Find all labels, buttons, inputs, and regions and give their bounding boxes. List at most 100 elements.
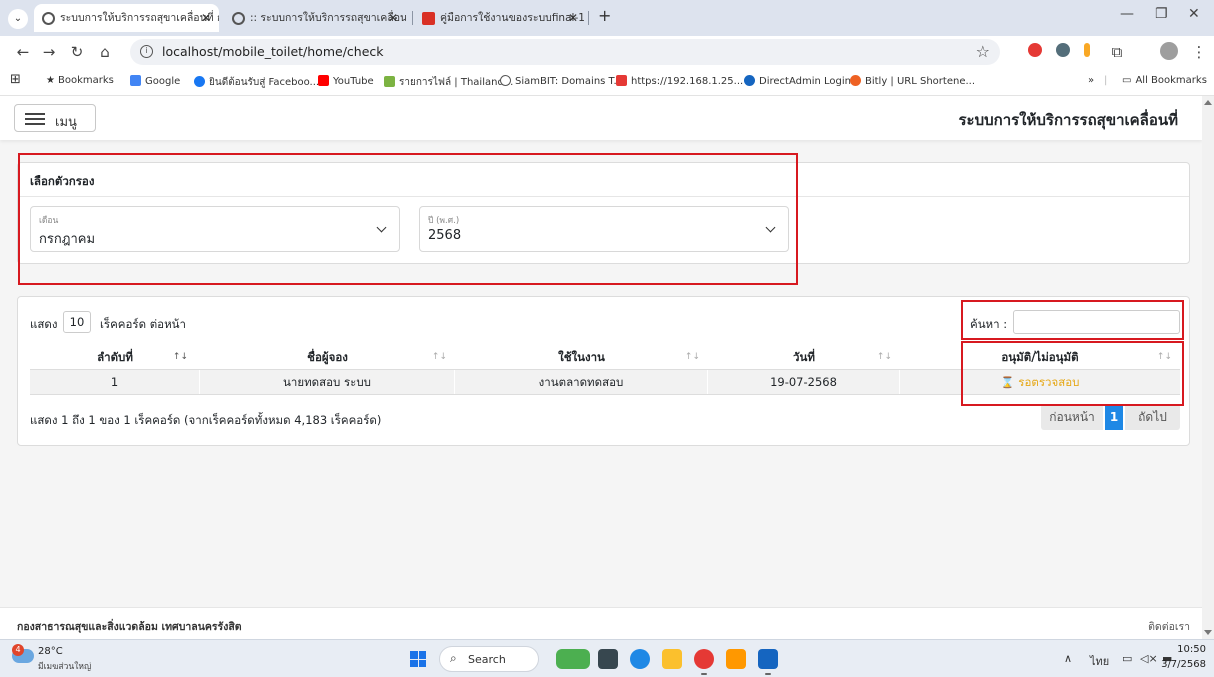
bookmark-item[interactable]: Bitly | URL Shortene... <box>850 75 975 87</box>
bookmark-item[interactable]: DirectAdmin Login <box>744 75 851 87</box>
pdf-icon <box>422 12 435 25</box>
year-select[interactable]: ปี (พ.ศ.) 2568 <box>419 206 789 252</box>
bookmark-label: DirectAdmin Login <box>759 76 851 87</box>
menu-button[interactable]: เมนู <box>14 104 96 132</box>
hamburger-icon <box>25 113 45 125</box>
bookmark-item[interactable]: Google <box>130 75 180 87</box>
clock-date[interactable]: 3/7/2568 <box>1161 659 1206 670</box>
column-header-name[interactable]: ชื่อผู้จอง ↑↓ <box>200 345 455 369</box>
url-field[interactable]: i localhost/mobile_toilet/home/check ☆ <box>130 39 1000 65</box>
column-label: ใช้ในงาน <box>558 350 605 364</box>
edge-icon[interactable] <box>630 649 650 669</box>
globe-icon <box>232 12 245 25</box>
bookmark-label: SiamBIT: Domains T... <box>515 76 624 87</box>
close-tab-icon[interactable]: ✕ <box>568 4 578 32</box>
sort-icon: ↑↓ <box>684 352 700 362</box>
bookmark-label: รายการไฟล์ | Thailand... <box>399 77 514 88</box>
page-scrollbar[interactable] <box>1202 96 1214 639</box>
address-bar: ← → ↻ ⌂ i localhost/mobile_toilet/home/c… <box>0 36 1214 68</box>
network-icon[interactable]: ▭ <box>1122 652 1132 665</box>
tab-search-button[interactable]: ⌄ <box>8 9 28 29</box>
bookmark-item[interactable]: YouTube <box>318 75 374 87</box>
forward-icon[interactable]: → <box>40 43 58 61</box>
top-navbar: เมนู ระบบการให้บริการรถสุขาเคลื่อนที่ <box>0 96 1202 140</box>
bookmark-star-icon[interactable]: ☆ <box>976 42 990 61</box>
volume-icon[interactable]: ◁× <box>1140 652 1158 665</box>
bookmark-item[interactable]: ★ Bookmarks <box>46 75 114 86</box>
all-bookmarks-button[interactable]: ▭ All Bookmarks <box>1122 75 1207 86</box>
back-icon[interactable]: ← <box>14 43 32 61</box>
extension-record-icon[interactable] <box>1028 43 1042 57</box>
tab-separator <box>588 11 589 25</box>
home-icon[interactable]: ⌂ <box>96 43 114 61</box>
page-1-button[interactable]: 1 <box>1105 404 1123 430</box>
contact-link[interactable]: ติดต่อเรา <box>1148 618 1190 635</box>
chrome-icon[interactable] <box>694 649 714 669</box>
paint-app-icon[interactable] <box>726 649 746 669</box>
browser-menu-icon[interactable]: ⋮ <box>1190 43 1208 61</box>
column-header-date[interactable]: วันที่ ↑↓ <box>708 345 900 369</box>
search-input[interactable] <box>1013 310 1180 334</box>
close-window-icon[interactable]: ✕ <box>1188 6 1200 22</box>
file-explorer-icon[interactable] <box>662 649 682 669</box>
close-tab-icon[interactable]: ✕ <box>201 4 211 32</box>
widgets-app-icon[interactable] <box>556 649 590 669</box>
table-row: 1 นายทดสอบ ระบบ งานตลาดทดสอบ 19-07-2568 … <box>30 369 1180 395</box>
restore-icon[interactable]: ❐ <box>1155 6 1168 22</box>
all-bookmarks-label: All Bookmarks <box>1135 75 1207 86</box>
extensions-puzzle-icon[interactable]: ⧉ <box>1108 43 1126 61</box>
language-indicator[interactable]: ไทย <box>1090 652 1109 670</box>
column-header-no[interactable]: ลำดับที่ ↑↓ <box>30 345 200 369</box>
folder-icon: ▭ <box>1122 75 1132 86</box>
scroll-up-icon[interactable] <box>1204 100 1212 105</box>
bookmark-item[interactable]: รายการไฟล์ | Thailand... <box>384 75 513 90</box>
browser-tab-1[interactable]: ระบบการให้บริการรถสุขาเคลื่อนที่ กอ ✕ <box>34 4 219 32</box>
reload-icon[interactable]: ↻ <box>68 43 86 61</box>
bookmark-item[interactable]: SiamBIT: Domains T... <box>500 75 623 87</box>
tray-expand-icon[interactable]: ∧ <box>1064 652 1072 665</box>
browser-tab-3[interactable]: คู่มือการใช้งานของระบบfinal-1.pdf ✕ <box>414 4 586 32</box>
page-viewport: เมนู ระบบการให้บริการรถสุขาเคลื่อนที่ เล… <box>0 96 1202 639</box>
extension-icon[interactable] <box>1056 43 1070 57</box>
taskbar-search[interactable]: ⌕ Search <box>439 646 539 672</box>
bookmark-item[interactable]: ยินดีต้อนรับสู่ Faceboo... <box>194 75 319 90</box>
weather-badge: 4 <box>12 644 24 656</box>
bookmark-item[interactable]: https://192.168.1.25... <box>616 75 743 87</box>
next-page-button[interactable]: ถัดไป <box>1125 404 1180 430</box>
profile-avatar[interactable] <box>1160 42 1178 60</box>
status-badge[interactable]: ⌛ รอตรวจสอบ <box>1001 375 1080 389</box>
task-view-icon[interactable] <box>598 649 618 669</box>
more-bookmarks-icon[interactable]: » <box>1088 75 1094 86</box>
month-select[interactable]: เดือน กรกฎาคม <box>30 206 400 252</box>
browser-tab-2[interactable]: :: ระบบการให้บริการรถสุขาเคลื่อนที่ :: ✕ <box>224 4 406 32</box>
prev-page-button[interactable]: ก่อนหน้า <box>1041 404 1103 430</box>
bitly-icon <box>850 75 861 86</box>
minimize-icon[interactable]: — <box>1120 6 1134 22</box>
new-tab-button[interactable]: + <box>598 6 611 25</box>
bookmarks-bar: ⊞ ★ Bookmarks Google ยินดีต้อนรับสู่ Face… <box>0 68 1214 96</box>
tab-title: คู่มือการใช้งานของระบบfinal-1.pdf <box>440 12 586 24</box>
apps-grid-icon[interactable]: ⊞ <box>10 72 21 87</box>
clock-time[interactable]: 10:50 <box>1177 644 1206 655</box>
windows-start-icon[interactable] <box>410 651 426 667</box>
url-text: localhost/mobile_toilet/home/check <box>162 44 384 59</box>
column-label: วันที่ <box>793 350 815 364</box>
year-value: 2568 <box>428 228 462 243</box>
site-info-icon[interactable]: i <box>140 45 153 58</box>
active-app-indicator <box>701 673 707 675</box>
month-value: กรกฎาคม <box>39 232 96 247</box>
word-icon[interactable] <box>758 649 778 669</box>
scroll-down-icon[interactable] <box>1204 630 1212 635</box>
booking-table-card: แสดง 10 เร็คคอร์ด ต่อหน้า ค้นหา : ลำดับท… <box>17 296 1190 446</box>
close-tab-icon[interactable]: ✕ <box>388 4 398 32</box>
cell-approval[interactable]: ⌛ รอตรวจสอบ <box>900 370 1180 394</box>
sort-icon: ↑↓ <box>431 352 447 362</box>
extension-bulb-icon[interactable] <box>1084 43 1090 57</box>
google-icon <box>130 75 141 86</box>
youtube-icon <box>318 75 329 86</box>
column-header-approval[interactable]: อนุมัติ/ไม่อนุมัติ ↑↓ <box>900 345 1180 369</box>
month-label: เดือน <box>39 216 59 226</box>
bookmark-label: Bitly | URL Shortene... <box>865 76 976 87</box>
column-header-event[interactable]: ใช้ในงาน ↑↓ <box>455 345 708 369</box>
page-length-select[interactable]: 10 <box>63 311 91 333</box>
